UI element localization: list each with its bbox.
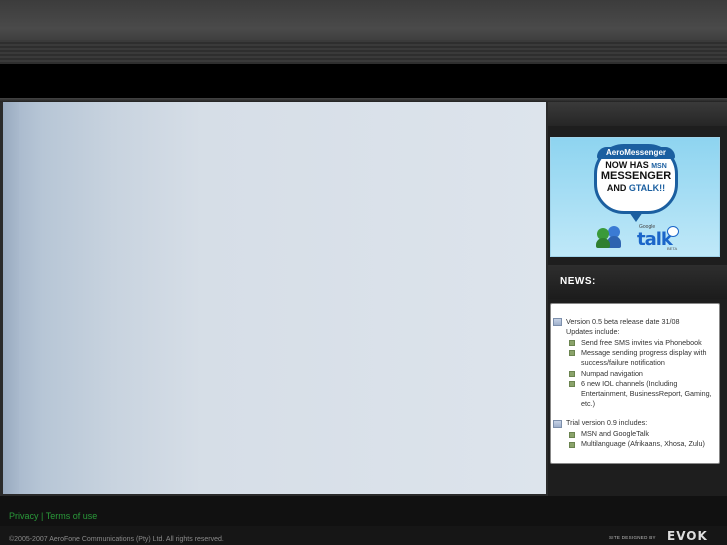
aeromessenger-promo-banner[interactable]: AeroMessenger NOW HAS MSN MESSENGER AND … (550, 137, 720, 257)
news-item-bullet-icon (569, 432, 575, 438)
news-item-bullet-icon (569, 442, 575, 448)
news-item-bullet-icon (569, 371, 575, 377)
news-item-line: Send free SMS invites via Phonebook (581, 338, 702, 347)
main-content-panel (3, 102, 546, 494)
promo-brand: AeroMessenger (597, 147, 675, 159)
speech-bubble-tail (629, 212, 643, 222)
news-item-line: etc.) (581, 399, 595, 408)
privacy-link[interactable]: Privacy (9, 511, 39, 521)
header-stripes (0, 40, 727, 64)
news-item-bullet-icon (569, 350, 575, 356)
evok-logo[interactable]: EVOK (667, 529, 708, 543)
news-section-bullet-icon (553, 420, 562, 428)
copyright-text: ©2005-2007 AeroFone Communications (Pty)… (9, 536, 224, 543)
footer-links: Privacy | Terms of use (9, 511, 97, 521)
terms-of-use-link[interactable]: Terms of use (46, 511, 98, 521)
main-panel-edge (3, 102, 19, 494)
promo-line-3: AND GTALK!! (597, 184, 675, 193)
news-heading-line: Trial version 0.9 includes: (566, 418, 648, 427)
gtalk-beta-label: BETA (667, 246, 678, 251)
promo-line-1-prefix: NOW HAS (605, 160, 649, 170)
news-item-line: Multilanguage (Afrikaans, Xhosa, Zulu) (581, 439, 705, 448)
news-heading-line: Updates include: (566, 327, 620, 336)
news-item-line: 6 new IOL channels (Including (581, 379, 678, 388)
promo-line-2: MESSENGER (600, 170, 672, 182)
promo-line-3-prefix: AND (606, 183, 627, 193)
news-item-bullet-icon (569, 381, 575, 387)
sidebar-top-bar (548, 102, 727, 126)
site-designed-by-label: SITE DESIGNED BY (609, 535, 656, 540)
news-item-line: MSN and GoogleTalk (581, 429, 649, 438)
news-title: NEWS: (560, 276, 596, 287)
footer-bar (0, 496, 727, 526)
promo-gtalk-word: GTALK!! (628, 183, 666, 193)
news-item-line: Numpad navigation (581, 369, 643, 378)
msn-messenger-icon (596, 226, 623, 250)
news-item-line: Message sending progress display with (581, 348, 707, 357)
header-nav-bar (0, 64, 727, 98)
promo-msn-word: MSN (651, 163, 667, 170)
promo-line-1: NOW HAS MSN (597, 160, 675, 171)
news-item-bullet-icon (569, 340, 575, 346)
header-top-band (0, 0, 727, 64)
news-item-line: success/failure notification (581, 358, 665, 367)
gtalk-bubble-icon (667, 226, 679, 237)
news-heading-line: Version 0.5 beta release date 31/08 (566, 317, 680, 326)
news-section-bullet-icon (553, 318, 562, 326)
google-talk-icon: Google talk BETA (637, 224, 681, 254)
news-item-line: Entertainment, BusinessReport, Gaming, (581, 389, 712, 398)
footer-link-separator: | (41, 511, 44, 521)
